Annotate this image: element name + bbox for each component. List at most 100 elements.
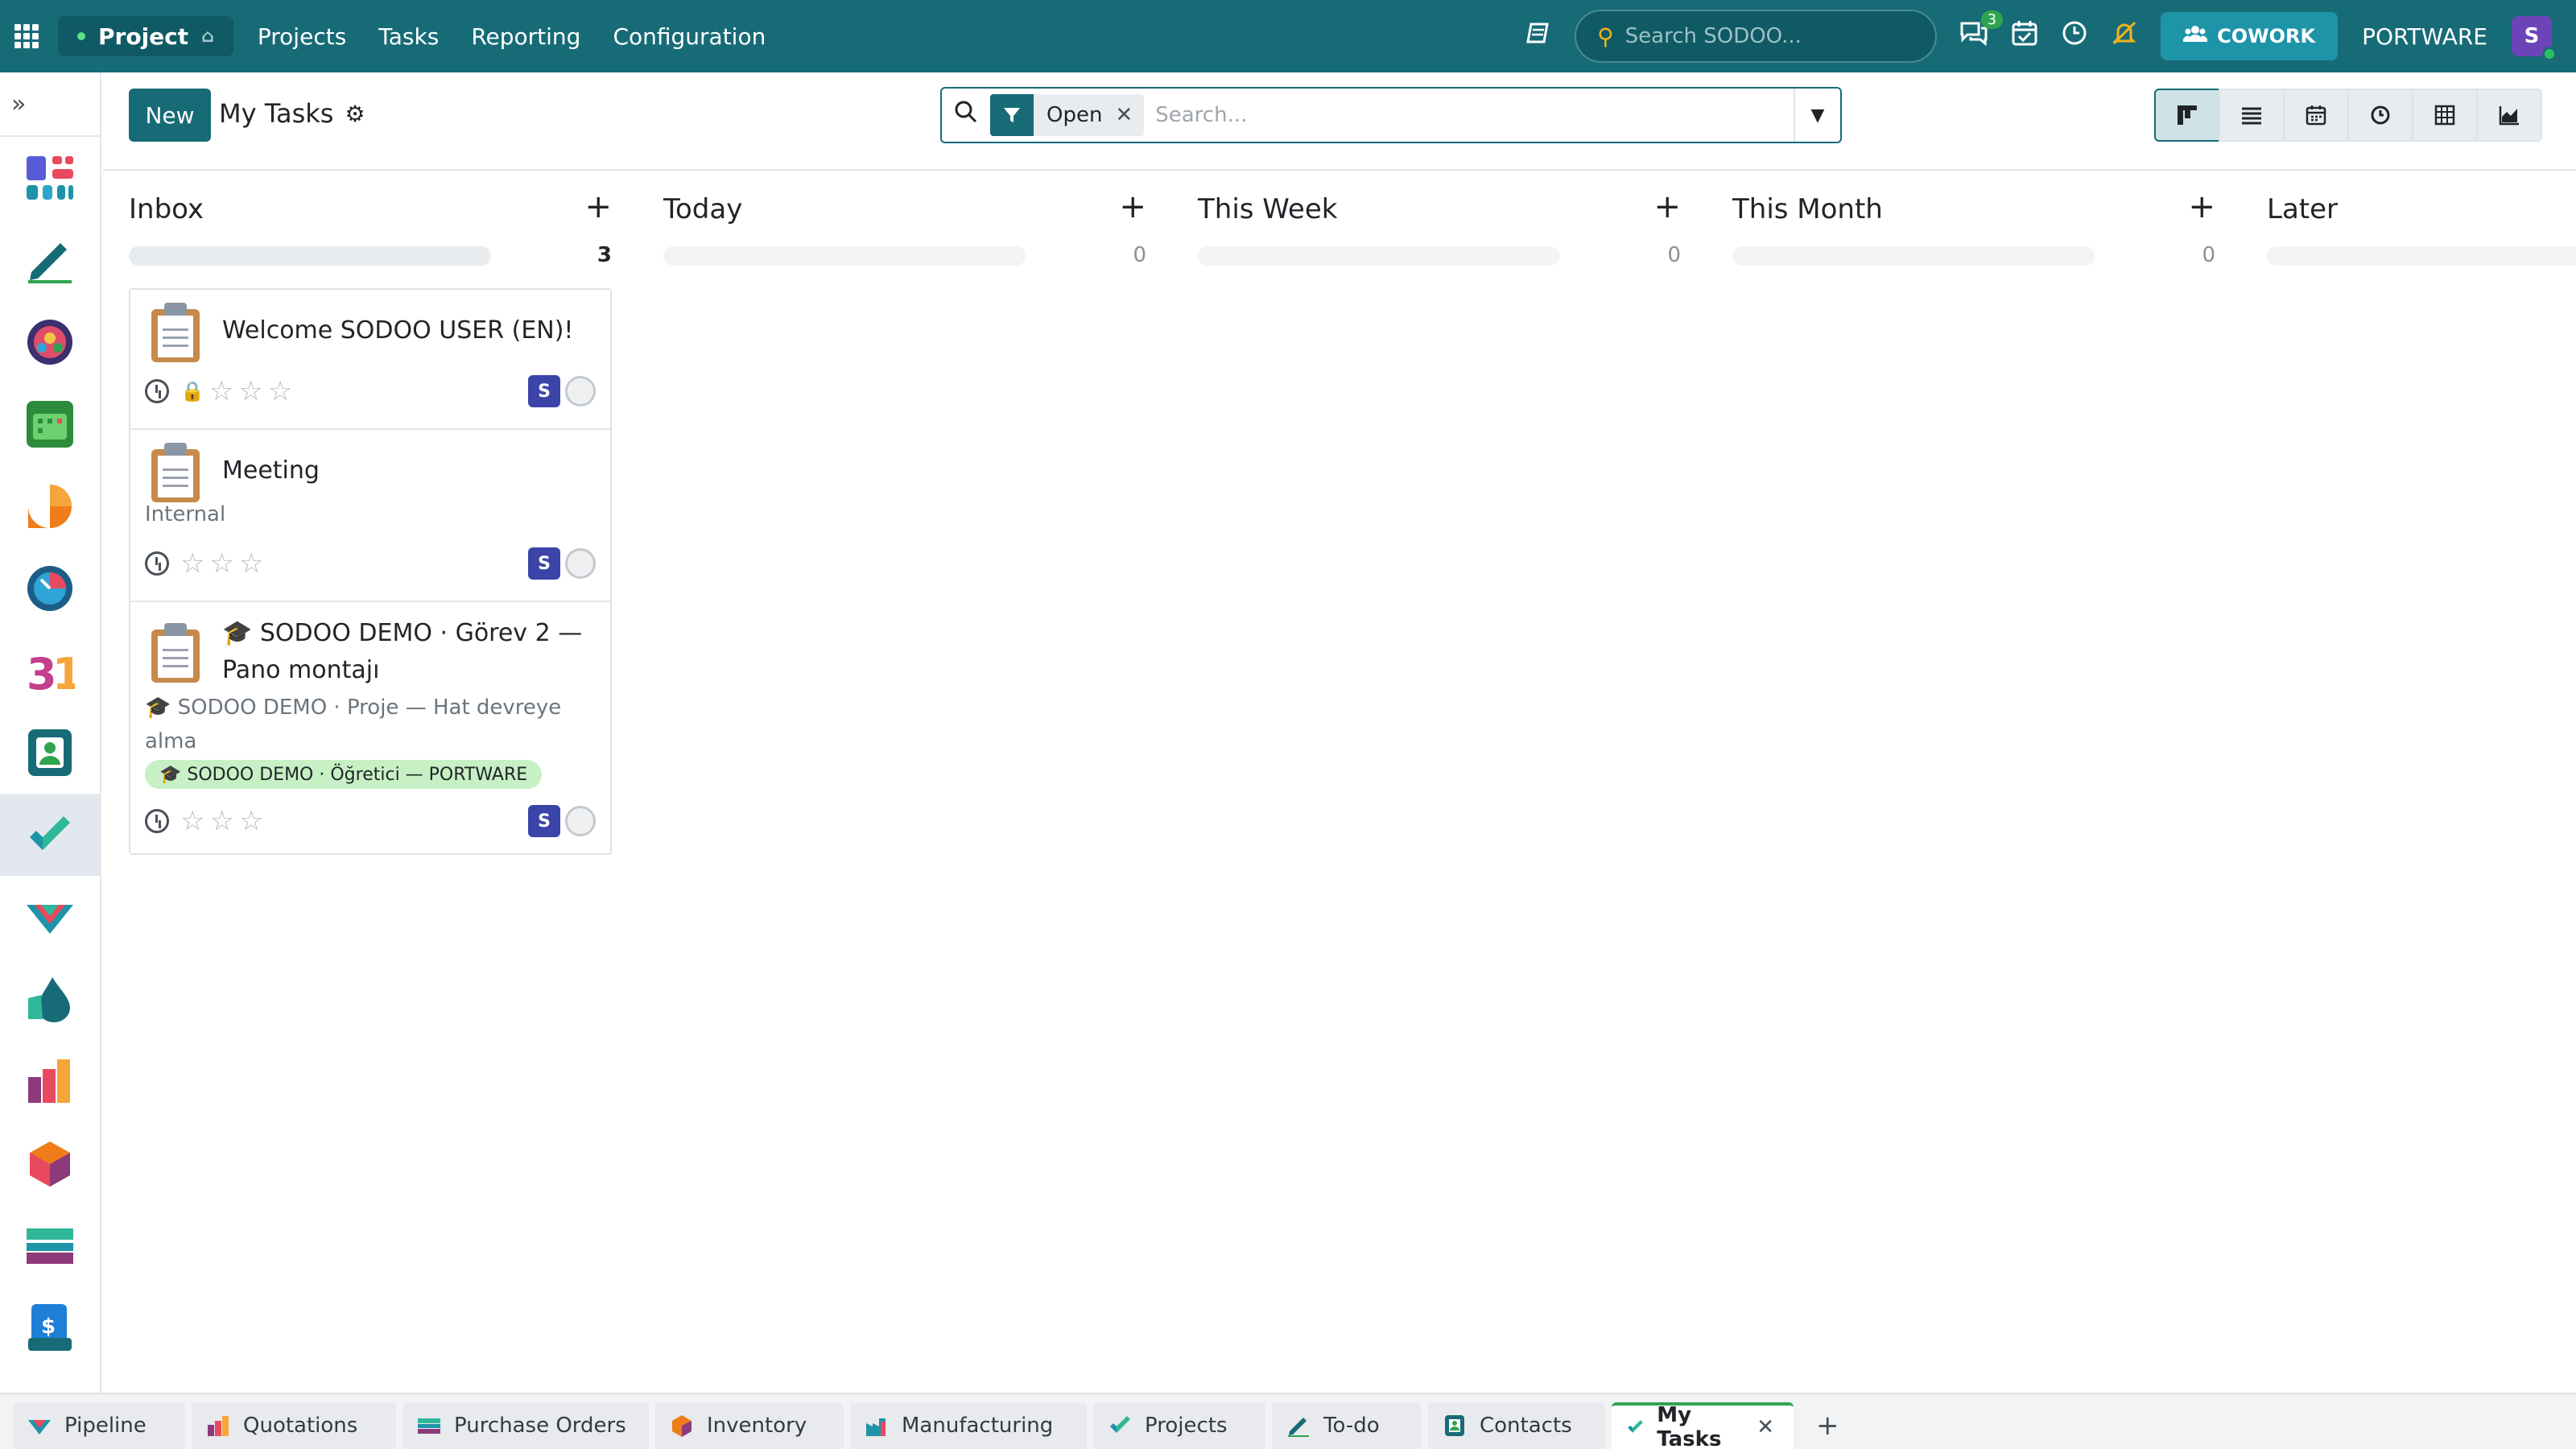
column-header: Today + 0 — [663, 171, 1146, 267]
new-button[interactable]: New — [129, 89, 211, 142]
menu-reporting[interactable]: Reporting — [471, 23, 580, 50]
sidebar-app-discuss[interactable] — [0, 465, 100, 547]
sidebar-app-invoicing[interactable]: $ — [0, 1286, 100, 1368]
cowork-button[interactable]: COWORK — [2161, 12, 2339, 60]
close-tab-icon[interactable]: ✕ — [1757, 1415, 1774, 1439]
sidebar-app-purchase[interactable] — [0, 1040, 100, 1122]
tab-purchase-orders[interactable]: Purchase Orders — [402, 1402, 649, 1449]
search-input[interactable]: Search... — [1155, 103, 1794, 127]
menu-tasks[interactable]: Tasks — [378, 23, 439, 50]
assignee-avatar[interactable]: S — [528, 375, 560, 407]
sidebar-app-project[interactable] — [0, 794, 100, 876]
column-title[interactable]: This Week — [1198, 193, 1337, 225]
search-icon[interactable] — [942, 100, 990, 130]
sidebar-app-calendar[interactable] — [0, 383, 100, 465]
sidebar-app-accounting[interactable] — [0, 1204, 100, 1286]
add-task-icon[interactable]: + — [584, 188, 612, 225]
tab-contacts[interactable]: Contacts — [1428, 1402, 1605, 1449]
task-card[interactable]: Meeting Internal ☆☆☆ S — [130, 430, 610, 602]
filter-facet: Open ✕ — [990, 94, 1145, 136]
column-title[interactable]: Today — [663, 193, 742, 225]
assignee-avatar[interactable]: S — [528, 547, 560, 580]
clock-icon[interactable] — [145, 551, 169, 576]
sidebar-app-inventory[interactable] — [0, 1122, 100, 1204]
sidebar-app-employees[interactable] — [0, 712, 100, 794]
apps-menu-icon[interactable] — [14, 24, 39, 48]
notebook-icon[interactable] — [1525, 19, 1552, 54]
kanban-view-button[interactable] — [2154, 89, 2220, 142]
task-card[interactable]: Welcome SODOO USER (EN)! 🔒 ☆☆☆ S — [130, 290, 610, 430]
tab-quotations[interactable]: Quotations — [192, 1402, 396, 1449]
sidebar-app-crm[interactable] — [0, 876, 100, 958]
chat-icon[interactable]: 3 — [1959, 10, 2004, 53]
task-card[interactable]: 🎓 SODOO DEMO · Görev 2 — Pano montajı 🎓 … — [130, 602, 610, 853]
add-task-icon[interactable]: + — [1653, 188, 1681, 225]
pivot-view-button[interactable] — [2412, 89, 2478, 142]
state-circle[interactable] — [565, 548, 596, 579]
list-view-button[interactable] — [2219, 89, 2285, 142]
page-title: My Tasks — [219, 98, 334, 129]
kanban-column-this-month: This Month + 0 — [1732, 171, 2215, 267]
sidebar-app-calendar-31[interactable]: 31 — [0, 630, 100, 712]
add-tab-icon[interactable]: + — [1800, 1402, 1856, 1449]
priority-stars[interactable]: ☆☆☆ — [180, 805, 268, 837]
company-switcher[interactable]: PORTWARE — [2362, 23, 2487, 50]
activity-view-button[interactable] — [2347, 89, 2413, 142]
add-task-icon[interactable]: + — [1119, 188, 1146, 225]
tab-my-tasks[interactable]: My Tasks ✕ — [1612, 1402, 1794, 1449]
current-app-button[interactable]: Project ⌂ — [58, 16, 233, 56]
column-header: This Week + 0 — [1198, 171, 1681, 267]
sidebar-app-dashboards[interactable] — [0, 137, 100, 219]
tab-inventory[interactable]: Inventory — [655, 1402, 844, 1449]
add-task-icon[interactable]: + — [2188, 188, 2215, 225]
sidebar-app-drop[interactable] — [0, 958, 100, 1040]
column-title[interactable]: Later — [2267, 193, 2338, 225]
expand-sidebar-icon[interactable]: » — [0, 72, 100, 137]
priority-stars[interactable]: ☆☆☆ — [209, 375, 297, 407]
tab-todo[interactable]: To-do — [1272, 1402, 1422, 1449]
menu-projects[interactable]: Projects — [258, 23, 346, 50]
card-stack-icon — [418, 1418, 440, 1434]
assignee-avatar[interactable]: S — [528, 805, 560, 837]
global-search-input[interactable]: ⚲ Search SODOO... — [1575, 10, 1938, 63]
sidebar-app-community[interactable] — [0, 301, 100, 383]
invoice-dollar-icon: $ — [28, 1304, 72, 1351]
priority-stars[interactable]: ☆☆☆ — [180, 547, 268, 580]
progress-bar[interactable] — [663, 246, 1026, 266]
notifications-off-icon[interactable] — [2111, 19, 2138, 54]
gear-icon[interactable]: ⚙ — [345, 101, 365, 127]
graph-view-button[interactable] — [2476, 89, 2542, 142]
card-footer: ☆☆☆ S — [145, 805, 596, 837]
column-title[interactable]: Inbox — [129, 193, 204, 225]
clock-icon[interactable] — [145, 809, 169, 833]
calendar-view-button[interactable] — [2283, 89, 2349, 142]
state-circle[interactable] — [565, 376, 596, 407]
sidebar-app-todo[interactable] — [0, 219, 100, 301]
column-title[interactable]: This Month — [1732, 193, 1883, 225]
progress-bar[interactable] — [1198, 246, 1560, 266]
user-avatar[interactable]: S — [2512, 16, 2557, 61]
svg-text:1: 1 — [52, 649, 75, 696]
search-bar: Open ✕ Search... ▼ — [940, 87, 1842, 143]
filter-label: Open — [1046, 103, 1103, 127]
tab-manufacturing[interactable]: Manufacturing — [850, 1402, 1087, 1449]
tab-projects[interactable]: Projects — [1093, 1402, 1265, 1449]
sidebar-app-timesheets[interactable] — [0, 547, 100, 630]
remove-filter-icon[interactable]: ✕ — [1115, 103, 1144, 127]
top-navbar: Project ⌂ Projects Tasks Reporting Confi… — [0, 0, 2576, 72]
task-project-line1: 🎓 SODOO DEMO · Proje — Hat devreye — [145, 696, 562, 720]
timer-icon[interactable] — [2061, 19, 2088, 54]
cowork-label: COWORK — [2217, 25, 2316, 47]
menu-configuration[interactable]: Configuration — [613, 23, 766, 50]
global-search-placeholder: Search SODOO... — [1624, 24, 1802, 48]
activity-calendar-icon[interactable] — [2011, 19, 2038, 54]
kanban-column-today: Today + 0 — [663, 171, 1146, 267]
state-circle[interactable] — [565, 806, 596, 836]
search-options-toggle[interactable]: ▼ — [1794, 89, 1840, 142]
project-check-icon — [30, 816, 70, 850]
progress-bar[interactable] — [2267, 246, 2576, 266]
progress-bar[interactable] — [129, 246, 491, 266]
progress-bar[interactable] — [1732, 246, 2095, 266]
tab-pipeline[interactable]: Pipeline — [13, 1402, 185, 1449]
clock-icon[interactable] — [145, 379, 169, 403]
